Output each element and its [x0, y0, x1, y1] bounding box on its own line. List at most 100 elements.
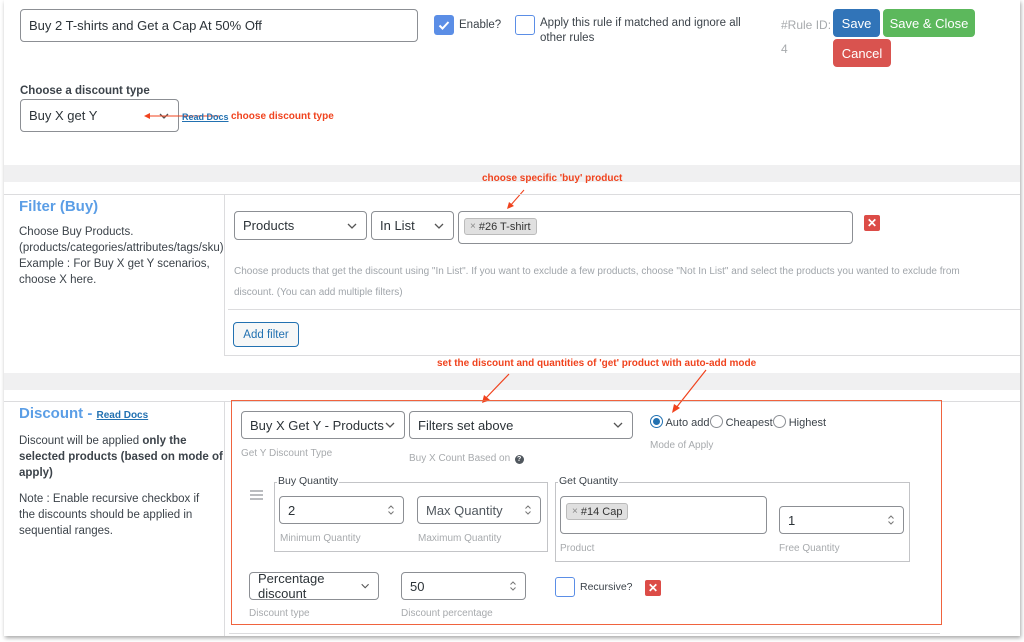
chip-label: #14 Cap [580, 505, 623, 518]
remove-chip-icon[interactable]: × [470, 221, 476, 232]
mode-option-label: Cheapest [725, 417, 773, 429]
apply-exclusive-label-line2: other rules [540, 32, 595, 44]
filter-type-selected: Products [243, 218, 295, 233]
chip-label: #26 T-shirt [478, 220, 531, 233]
rule-editor-page: Buy 2 T-shirts and Get a Cap At 50% Off … [4, 0, 1020, 636]
get-product-label: Product [560, 543, 595, 554]
discount-value-type-selected: Percentage discount [258, 571, 325, 601]
section-divider [4, 373, 1020, 390]
close-icon: ✕ [647, 581, 659, 595]
filter-desc-line: choose X here. [19, 274, 97, 286]
apply-exclusive-label-line1: Apply this rule if matched and ignore al… [540, 17, 741, 29]
remove-filter-button[interactable]: ✕ [864, 215, 880, 231]
get-y-discount-type-label: Get Y Discount Type [241, 448, 333, 459]
rule-id-value: 4 [781, 42, 788, 56]
checkmark-icon [438, 21, 450, 30]
save-close-button[interactable]: Save & Close [883, 9, 975, 37]
enable-label: Enable? [459, 19, 502, 31]
selected-product-chip[interactable]: × #26 T-shirt [464, 218, 537, 235]
min-quantity-value: 2 [288, 502, 296, 518]
min-quantity-input[interactable]: 2 [279, 496, 404, 524]
filter-products-multiselect[interactable]: × #26 T-shirt [458, 211, 853, 244]
chevron-down-icon [361, 583, 369, 589]
rule-title-value: Buy 2 T-shirts and Get a Cap At 50% Off [29, 18, 262, 33]
min-quantity-label: Minimum Quantity [280, 533, 361, 544]
spinner-icon[interactable] [887, 514, 895, 526]
free-quantity-label: Free Quantity [779, 543, 840, 554]
max-quantity-placeholder: Max Quantity [426, 502, 503, 518]
recursive-checkbox[interactable] [555, 577, 575, 597]
divider-line [228, 309, 1020, 310]
radio-highest[interactable] [772, 415, 786, 428]
filter-help-line: discount. (You can add multiple filters) [234, 287, 403, 298]
spinner-icon[interactable] [509, 580, 517, 592]
radio-auto-add[interactable] [650, 415, 663, 428]
get-products-multiselect[interactable]: × #14 Cap [560, 496, 767, 534]
filter-annotation: choose specific 'buy' product [482, 173, 623, 184]
chevron-down-icon [385, 422, 395, 428]
filter-type-select[interactable]: Products [234, 211, 367, 240]
max-quantity-label: Maximum Quantity [418, 533, 502, 544]
discount-read-docs-link[interactable]: Read Docs [97, 410, 149, 421]
mode-option-label: Auto add [665, 417, 710, 429]
filter-desc-line: (products/categories/attributes/tags/sku… [19, 242, 224, 254]
divider-line [229, 633, 940, 634]
discount-percentage-input[interactable]: 50 [401, 572, 526, 600]
chevron-down-icon [434, 223, 444, 229]
rule-title-input[interactable]: Buy 2 T-shirts and Get a Cap At 50% Off [20, 9, 418, 42]
cancel-button[interactable]: Cancel [833, 39, 891, 67]
discount-section-description: Discount will be applied only the select… [19, 433, 224, 481]
mode-option-label: Highest [788, 417, 827, 429]
filter-method-selected: In List [380, 218, 415, 233]
discount-section-header: Discount - Read Docs [19, 405, 148, 423]
discount-type-read-docs-link[interactable]: Read Docs [182, 112, 229, 122]
get-y-discount-type-select[interactable]: Buy X Get Y - Products [241, 411, 405, 439]
drag-handle-icon[interactable] [250, 490, 263, 500]
filter-section-title: Filter (Buy) [19, 198, 99, 215]
free-quantity-input[interactable]: 1 [779, 506, 904, 534]
apply-exclusive-checkbox[interactable] [515, 15, 535, 35]
discount-type-label: Choose a discount type [20, 85, 150, 97]
discount-value-type-select[interactable]: Percentage discount [249, 571, 379, 601]
max-quantity-input[interactable]: Max Quantity [417, 496, 541, 524]
chevron-down-icon [347, 223, 357, 229]
filter-desc-line: Example : For Buy X get Y scenarios, [19, 258, 210, 270]
discount-section-title: Discount - [19, 405, 97, 422]
filter-section-description: Choose Buy Products. (products/categorie… [19, 224, 224, 288]
spinner-icon[interactable] [387, 504, 395, 516]
mode-of-apply-label: Mode of Apply [650, 440, 714, 451]
filter-help-line: Choose products that get the discount us… [234, 266, 960, 277]
buy-x-count-selected: Filters set above [418, 417, 514, 433]
get-quantity-legend: Get Quantity [558, 475, 619, 487]
mode-option-highest[interactable]: Highest [772, 415, 827, 429]
filter-method-select[interactable]: In List [371, 211, 454, 240]
help-icon[interactable]: ? [514, 455, 524, 464]
remove-chip-icon[interactable]: × [572, 506, 578, 517]
discount-value-type-label: Discount type [249, 608, 310, 619]
buy-x-count-select[interactable]: Filters set above [409, 411, 633, 439]
buy-x-count-label-row: Buy X Count Based on ? [409, 448, 524, 466]
add-filter-button[interactable]: Add filter [233, 322, 299, 347]
discount-percentage-value: 50 [410, 578, 425, 594]
mode-option-cheapest[interactable]: Cheapest [709, 415, 773, 429]
discount-section-note: Note : Enable recursive checkbox if the … [19, 493, 200, 537]
discount-desc-normal: Discount will be applied [19, 435, 143, 447]
enable-checkbox[interactable] [434, 15, 454, 35]
spinner-icon[interactable] [524, 504, 532, 516]
mode-option-auto-add[interactable]: Auto add [650, 415, 710, 429]
radio-cheapest[interactable] [709, 415, 723, 428]
mode-of-apply-radios: Auto add Cheapest Highest [650, 415, 826, 429]
selected-product-chip[interactable]: × #14 Cap [566, 503, 629, 520]
filter-help-text: Choose products that get the discount us… [234, 261, 1014, 303]
discount-percentage-label: Discount percentage [401, 608, 493, 619]
buy-quantity-legend: Buy Quantity [277, 475, 340, 487]
recursive-label: Recursive? [580, 581, 633, 593]
save-button[interactable]: Save [833, 9, 880, 37]
buy-x-count-label: Buy X Count Based on [409, 453, 511, 464]
discount-type-annotation: choose discount type [231, 111, 334, 122]
filter-desc-line: Choose Buy Products. [19, 226, 134, 238]
remove-range-button[interactable]: ✕ [645, 580, 661, 596]
get-y-discount-type-selected: Buy X Get Y - Products [250, 417, 384, 433]
discount-annotation: set the discount and quantities of 'get'… [437, 358, 757, 369]
discount-type-selected: Buy X get Y [29, 108, 98, 123]
